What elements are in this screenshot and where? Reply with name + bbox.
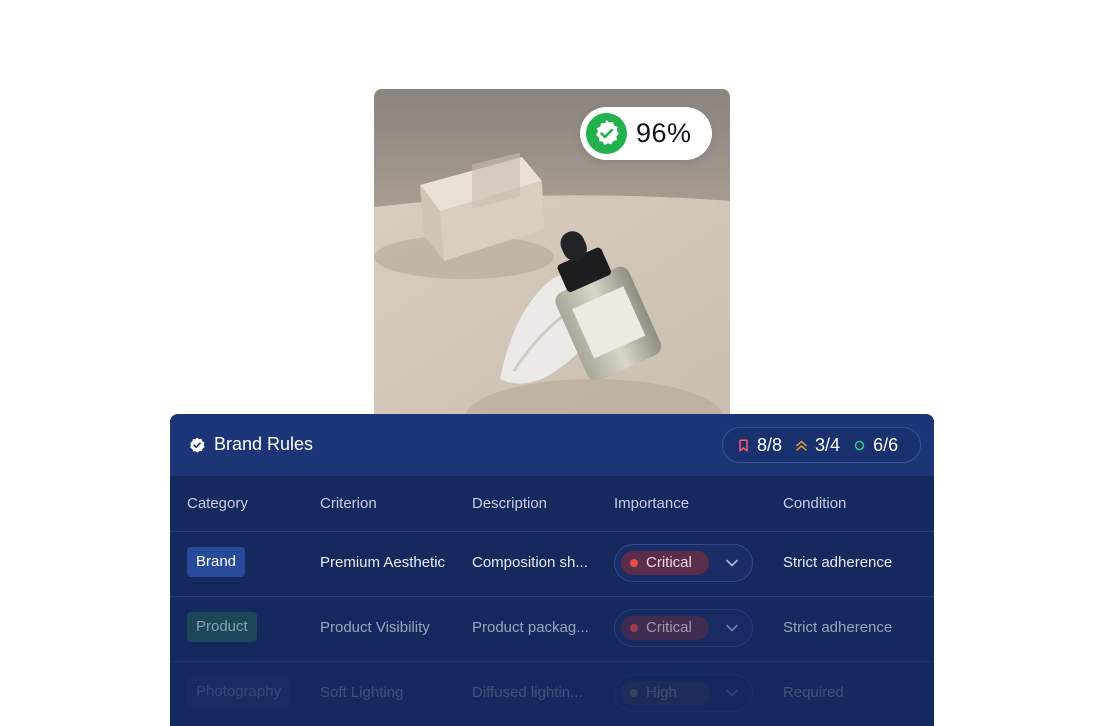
chevron-down-icon	[726, 624, 738, 632]
importance-pill: High	[621, 681, 709, 705]
circle-icon	[854, 440, 865, 450]
importance-select[interactable]: Critical	[614, 544, 753, 582]
bookmark-icon	[739, 438, 748, 452]
column-header-category[interactable]: Category	[187, 495, 248, 512]
table-row[interactable]: Product Product Visibility Product packa…	[170, 597, 934, 661]
category-tag: Photography	[187, 677, 291, 707]
importance-label: Critical	[646, 554, 692, 571]
table-row[interactable]: Photography Soft Lighting Diffused light…	[170, 662, 934, 726]
score-value: 96%	[636, 118, 692, 148]
column-header-importance[interactable]: Importance	[614, 495, 689, 512]
verified-badge-icon	[190, 437, 205, 453]
condition-cell: Required	[783, 684, 844, 701]
column-header-condition[interactable]: Condition	[783, 495, 846, 512]
double-chevron-up-icon	[796, 440, 807, 451]
condition-cell: Strict adherence	[783, 619, 893, 636]
stat-priority-value: 3/4	[815, 434, 841, 455]
chevron-down-icon	[726, 559, 738, 567]
criterion-cell: Premium Aesthetic	[320, 554, 446, 571]
criterion-cell: Product Visibility	[320, 619, 430, 636]
column-header-criterion[interactable]: Criterion	[320, 495, 377, 512]
description-cell: Diffused lightin...	[472, 684, 583, 701]
importance-select[interactable]: Critical	[614, 609, 753, 647]
stat-passed: 6/6	[853, 435, 898, 456]
status-dot-icon	[630, 689, 638, 697]
rule-stats: 8/8 3/4 6/6	[722, 427, 921, 463]
column-header-description[interactable]: Description	[472, 495, 547, 512]
status-dot-icon	[630, 559, 638, 567]
description-cell: Product packag...	[472, 619, 589, 636]
condition-cell: Strict adherence	[783, 554, 893, 571]
stat-bookmarks: 8/8	[737, 435, 782, 456]
stat-bookmarks-value: 8/8	[757, 434, 783, 455]
importance-pill: Critical	[621, 616, 709, 640]
panel-header: Brand Rules 8/8 3/4 6/6	[170, 414, 934, 476]
chevron-down-icon	[726, 689, 738, 697]
category-tag: Brand	[187, 547, 246, 577]
stat-passed-value: 6/6	[873, 434, 899, 455]
table-row[interactable]: Brand Premium Aesthetic Composition sh..…	[170, 532, 934, 596]
description-cell: Composition sh...	[472, 554, 588, 571]
importance-label: High	[646, 684, 677, 701]
category-tag: Product	[187, 612, 257, 642]
importance-label: Critical	[646, 619, 692, 636]
importance-select[interactable]: High	[614, 674, 753, 712]
importance-pill: Critical	[621, 551, 709, 575]
score-badge: 96%	[580, 107, 712, 160]
panel-title: Brand Rules	[214, 434, 314, 454]
badge-check-icon	[586, 113, 627, 154]
brand-rules-panel: Brand Rules 8/8 3/4 6/6 Category Criteri…	[170, 414, 934, 726]
stat-priority: 3/4	[795, 435, 840, 456]
criterion-cell: Soft Lighting	[320, 684, 404, 701]
status-dot-icon	[630, 624, 638, 632]
